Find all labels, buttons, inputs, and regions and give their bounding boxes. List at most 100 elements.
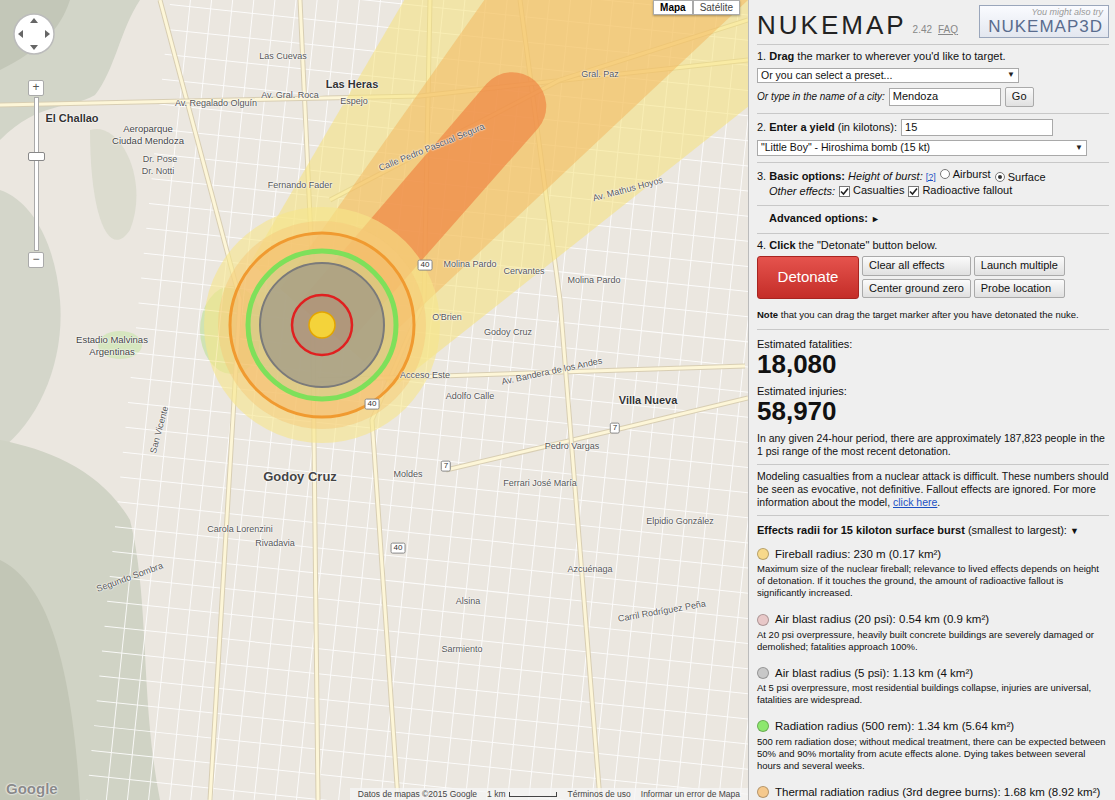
action-button[interactable]: Probe location	[974, 279, 1065, 299]
map-label: Aeroparque	[123, 124, 173, 134]
help-link[interactable]: [?]	[926, 171, 936, 181]
street-line	[105, 626, 748, 698]
burst-height-label: Height of burst:	[848, 169, 923, 181]
city-input[interactable]: Mendoza	[889, 88, 1001, 106]
model-end: .	[937, 496, 940, 508]
map[interactable]: Las CuevasEl ChallaoLas HerasAv. Regalad…	[0, 0, 748, 800]
burst-option[interactable]: Surface	[995, 171, 1046, 185]
zoom-in-button[interactable]: +	[28, 80, 44, 96]
fallout-plume	[148, 0, 748, 476]
map-type-button[interactable]: Mapa	[653, 0, 693, 15]
map-label: Villa Nueva	[619, 394, 678, 406]
effect-option-label[interactable]: Radioactive fallout	[922, 184, 1012, 198]
pan-arrows	[18, 18, 50, 50]
model-link[interactable]: click here	[893, 496, 937, 508]
map-label: El Challao	[45, 112, 98, 124]
zoom-handle[interactable]	[28, 152, 45, 161]
effects-header[interactable]: Effects radii for 15 kiloton surface bur…	[757, 516, 1109, 547]
report-link[interactable]: Informar un error de Mapa	[641, 789, 740, 799]
step-text: 3.	[757, 169, 769, 181]
city-label: Or type in the name of a city:	[757, 91, 885, 104]
bomb-select[interactable]: "Little Boy" - Hiroshima bomb (15 kt)▼	[757, 140, 1087, 155]
radio-button[interactable]	[940, 169, 950, 179]
nukemap3d-promo[interactable]: You might also tryNUKEMAP3D	[979, 5, 1109, 38]
burst-option[interactable]: Airburst	[940, 168, 991, 182]
action-button[interactable]: Clear all effects	[862, 256, 971, 276]
effect-option-label[interactable]: Casualties	[853, 184, 904, 198]
burst-option-label[interactable]: Airburst	[953, 168, 991, 182]
step-text: (in kilotons):	[835, 121, 897, 133]
control-panel: NUKEMAP2.42FAQYou might also tryNUKEMAP3…	[748, 0, 1115, 800]
effect-color-dot	[757, 667, 769, 679]
map-label: Sarmiento	[441, 645, 482, 655]
version: 2.42	[913, 24, 932, 39]
collapse-arrow-icon[interactable]: ▼	[1070, 526, 1079, 536]
step-options: 3. Basic options: Height of burst: [?]Ai…	[757, 163, 1109, 207]
effect-title-row: Radiation radius (500 rem): 1.34 km (5.6…	[757, 719, 1109, 733]
zoom-out-button[interactable]: −	[28, 252, 44, 268]
street-line	[102, 651, 748, 723]
effect-option[interactable]: Casualties	[839, 184, 904, 198]
step-title: 1. Drag the marker to wherever you'd lik…	[757, 50, 1109, 64]
checkbox[interactable]	[908, 186, 919, 197]
pan-control-icon[interactable]	[12, 12, 56, 56]
map-label: Godoy Cruz	[263, 470, 337, 484]
map-label: Av. Gral. Roca	[261, 91, 319, 101]
map-label: Argentinas	[89, 347, 134, 357]
advanced-options[interactable]: Advanced options: ►	[757, 206, 1109, 234]
preset-select[interactable]: Or you can select a preset...▼	[757, 68, 1019, 83]
map-label: Rivadavia	[255, 539, 295, 549]
map-label: Las Heras	[326, 78, 379, 90]
burst-option-label[interactable]: Surface	[1008, 171, 1046, 185]
zoom-slider[interactable]	[34, 97, 39, 251]
terms-link[interactable]: Términos de uso	[567, 789, 630, 799]
action-button[interactable]: Launch multiple	[974, 256, 1065, 276]
effect-description: At 5 psi overpressure, most residential …	[757, 682, 1109, 706]
map-label: Azcuénaga	[567, 565, 612, 575]
check-icon	[840, 187, 849, 196]
detonate-button[interactable]: Detonate	[757, 256, 859, 299]
scale-label: 1 km	[487, 789, 505, 799]
effect-title-row: Fireball radius: 230 m (0.17 km²)	[757, 547, 1109, 561]
map-label: Molina Pardo	[443, 260, 496, 270]
route-shield: 7	[441, 461, 451, 472]
radio-button[interactable]	[995, 172, 1005, 182]
terrain-hill	[0, 560, 80, 800]
street-line	[115, 527, 748, 599]
casualties: Estimated fatalities:18,080Estimated inj…	[757, 330, 1109, 465]
step-text: the "Detonate" button below.	[796, 239, 938, 251]
expand-arrow-icon[interactable]: ►	[871, 214, 880, 224]
map-label: Ciudad Mendoza	[112, 136, 184, 146]
effect-description: 500 rem radiation dose; without medical …	[757, 736, 1109, 772]
action-button[interactable]: Center ground zero	[862, 279, 971, 299]
injuries-value: 58,970	[757, 398, 1109, 425]
check-mark	[910, 188, 917, 194]
check-mark	[841, 188, 848, 194]
map-label: Las Cuevas	[259, 52, 307, 62]
effect-title: Fireball radius: 230 m (0.17 km²)	[775, 547, 941, 561]
go-button[interactable]: Go	[1005, 87, 1034, 107]
effect-title: Air blast radius (5 psi): 1.13 km (4 km²…	[775, 666, 973, 680]
effect-color-dot	[757, 548, 769, 560]
map-type-button[interactable]: Satélite	[693, 0, 740, 15]
advanced-label[interactable]: Advanced options:	[769, 212, 868, 224]
effects-subtitle: (smallest to largest):	[965, 524, 1067, 536]
effect-item: Air blast radius (5 psi): 1.13 km (4 km²…	[757, 666, 1109, 706]
map-label: Ferrari José María	[503, 479, 577, 489]
map-attribution: Datos de mapas ©2015 Google 1 km Términos …	[350, 788, 748, 800]
faq-link[interactable]: FAQ	[938, 24, 958, 39]
major-road	[160, 0, 240, 800]
street-line	[118, 502, 748, 574]
step-yield: 2. Enter a yield (in kilotons):15"Little…	[757, 114, 1109, 163]
note-text: that you can drag the target marker afte…	[778, 309, 1079, 320]
blast-1psi	[204, 207, 440, 443]
google-logo[interactable]: Google	[6, 780, 58, 797]
yield-input[interactable]: 15	[901, 119, 1053, 137]
map-data-credit: Datos de mapas ©2015 Google	[358, 789, 477, 799]
checkbox[interactable]	[839, 186, 850, 197]
route-shield: 40	[391, 543, 406, 554]
step-text: 2.	[757, 121, 769, 133]
terrain-hill	[0, 0, 140, 140]
effect-option[interactable]: Radioactive fallout	[908, 184, 1012, 198]
effect-color-dot	[757, 614, 769, 626]
